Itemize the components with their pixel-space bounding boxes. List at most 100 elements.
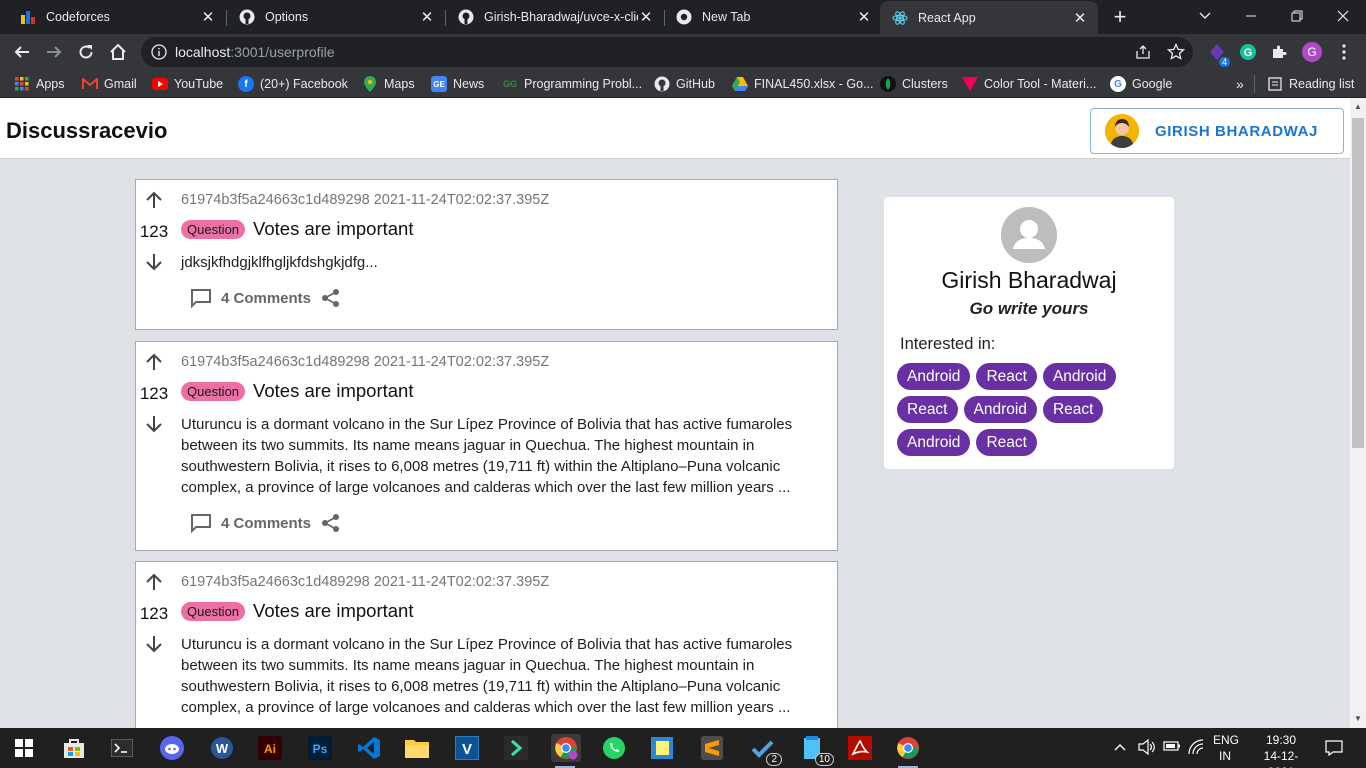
git-icon[interactable] — [502, 734, 530, 762]
more-bookmarks-button[interactable]: » — [1236, 75, 1244, 93]
tab-options[interactable]: Options ✕ — [227, 0, 445, 34]
terminal-icon[interactable] — [108, 734, 136, 762]
share-icon[interactable] — [321, 513, 341, 533]
tab-codeforces[interactable]: Codeforces ✕ — [8, 0, 226, 34]
photoshop-icon[interactable]: Ps — [306, 734, 334, 762]
whatsapp-icon[interactable] — [600, 734, 628, 762]
interest-chip[interactable]: React — [976, 363, 1037, 390]
close-icon[interactable]: ✕ — [200, 8, 216, 26]
comments-count[interactable]: 4 Comments — [221, 290, 311, 307]
reload-button[interactable] — [73, 39, 99, 65]
sublime-text-icon[interactable] — [698, 734, 726, 762]
bookmark-clusters[interactable]: Clusters — [880, 75, 948, 93]
bookmark-programming-problems[interactable]: GG Programming Probl... — [502, 75, 642, 93]
question-tag: Question — [181, 381, 246, 401]
visual-studio-icon[interactable]: V — [453, 734, 481, 762]
scrollbar-thumb[interactable] — [1352, 118, 1364, 448]
store-icon[interactable] — [60, 734, 88, 762]
forward-button[interactable] — [41, 39, 67, 65]
comments-count[interactable]: 4 Comments — [221, 515, 311, 532]
extension-badge-icon[interactable]: 4 — [1206, 41, 1230, 67]
bookmark-apps[interactable]: Apps — [14, 75, 65, 93]
extensions-puzzle-icon[interactable] — [1268, 41, 1290, 63]
volume-icon[interactable] — [1138, 738, 1156, 758]
interest-chip[interactable]: React — [1042, 396, 1104, 423]
interest-chip[interactable]: Android — [963, 396, 1037, 423]
upvote-arrow-icon[interactable] — [144, 190, 164, 210]
chrome-icon[interactable] — [551, 734, 581, 768]
close-icon[interactable]: ✕ — [638, 8, 654, 26]
close-icon[interactable]: ✕ — [1072, 9, 1088, 27]
clock[interactable]: 19:30 14-12-2021 — [1252, 732, 1310, 768]
minimize-button[interactable] — [1228, 0, 1274, 34]
sticky-notes-icon[interactable] — [648, 734, 676, 762]
tab-new-tab[interactable]: New Tab ✕ — [664, 0, 882, 34]
file-explorer-icon[interactable] — [403, 734, 431, 762]
vscode-icon[interactable] — [355, 734, 383, 762]
interest-chip[interactable]: React — [897, 396, 958, 423]
bookmark-news[interactable]: GE News — [431, 75, 484, 93]
grammarly-icon[interactable]: G — [1237, 41, 1259, 63]
todo-icon[interactable]: 2 — [748, 734, 782, 766]
bookmark-facebook[interactable]: f (20+) Facebook — [238, 75, 348, 93]
share-icon[interactable] — [1132, 41, 1154, 63]
user-name-label: GIRISH BHARADWAJ — [1155, 122, 1318, 140]
downvote-arrow-icon[interactable] — [144, 414, 164, 434]
bookmark-gmail[interactable]: Gmail — [82, 75, 137, 93]
acrobat-icon[interactable] — [846, 734, 874, 762]
bookmark-final450[interactable]: FINAL450.xlsx - Go... — [732, 75, 873, 93]
browser-menu-icon[interactable] — [1333, 41, 1355, 63]
interest-chip[interactable]: React — [976, 429, 1037, 456]
bookmark-color-tool[interactable]: Color Tool - Materi... — [962, 75, 1096, 93]
discord-icon[interactable] — [158, 734, 186, 762]
close-icon[interactable]: ✕ — [419, 8, 435, 26]
illustrator-icon[interactable]: Ai — [256, 734, 284, 762]
downvote-arrow-icon[interactable] — [144, 634, 164, 654]
bookmark-google[interactable]: G Google — [1110, 75, 1172, 93]
site-info-icon[interactable] — [151, 44, 167, 60]
comment-icon[interactable] — [190, 288, 212, 308]
tab-search-button[interactable] — [1182, 0, 1228, 34]
post-title[interactable]: Votes are important — [253, 218, 413, 240]
notepad-icon[interactable]: 10 — [798, 734, 834, 766]
bookmark-github[interactable]: GitHub — [654, 75, 715, 93]
new-tab-button[interactable]: + — [1108, 4, 1132, 30]
tab-react-app[interactable]: React App ✕ — [880, 1, 1098, 35]
window-close-button[interactable] — [1320, 0, 1366, 34]
restore-button[interactable] — [1274, 0, 1320, 34]
upvote-arrow-icon[interactable] — [144, 352, 164, 372]
show-hidden-icons-chevron-icon[interactable] — [1114, 740, 1126, 754]
profile-avatar-icon[interactable]: G — [1301, 41, 1323, 63]
bookmark-maps[interactable]: Maps — [362, 75, 415, 93]
chrome-profile-icon[interactable] — [894, 734, 922, 768]
bookmark-star-icon[interactable] — [1165, 41, 1187, 63]
word-icon[interactable]: W — [208, 734, 236, 762]
interest-chip[interactable]: Android — [897, 363, 971, 390]
tab-github-repo[interactable]: Girish-Bharadwaj/uvce-x-clie ✕ — [446, 0, 664, 34]
battery-icon[interactable] — [1163, 740, 1181, 755]
bookmark-youtube[interactable]: YouTube — [152, 75, 223, 93]
upvote-arrow-icon[interactable] — [144, 572, 164, 592]
scroll-up-arrow-icon[interactable]: ▲ — [1354, 102, 1362, 111]
comment-icon[interactable] — [190, 513, 212, 533]
input-language[interactable]: ENG IN — [1213, 732, 1239, 764]
address-bar[interactable]: localhost:3001/userprofile — [141, 37, 1193, 67]
home-button[interactable] — [105, 39, 131, 65]
user-profile-button[interactable]: GIRISH BHARADWAJ — [1090, 108, 1344, 154]
scroll-down-arrow-icon[interactable]: ▼ — [1354, 714, 1362, 723]
reading-list-button[interactable]: Reading list — [1254, 75, 1354, 93]
interest-chip[interactable]: Android — [897, 429, 971, 456]
bookmarks-bar: Apps Gmail YouTube f (20+) Facebook Maps… — [0, 71, 1366, 98]
share-icon[interactable] — [321, 288, 341, 308]
post-title[interactable]: Votes are important — [253, 600, 413, 622]
page-scrollbar[interactable]: ▲ ▼ — [1350, 98, 1366, 728]
close-icon[interactable]: ✕ — [856, 8, 872, 26]
downvote-arrow-icon[interactable] — [144, 252, 164, 272]
brand-title[interactable]: Discussracevio — [6, 118, 167, 144]
post-title[interactable]: Votes are important — [253, 380, 413, 402]
wifi-icon[interactable] — [1188, 739, 1206, 758]
windows-start-icon[interactable] — [10, 734, 38, 762]
back-button[interactable] — [9, 39, 35, 65]
notification-icon[interactable] — [1325, 740, 1343, 759]
interest-chip[interactable]: Android — [1042, 363, 1117, 390]
